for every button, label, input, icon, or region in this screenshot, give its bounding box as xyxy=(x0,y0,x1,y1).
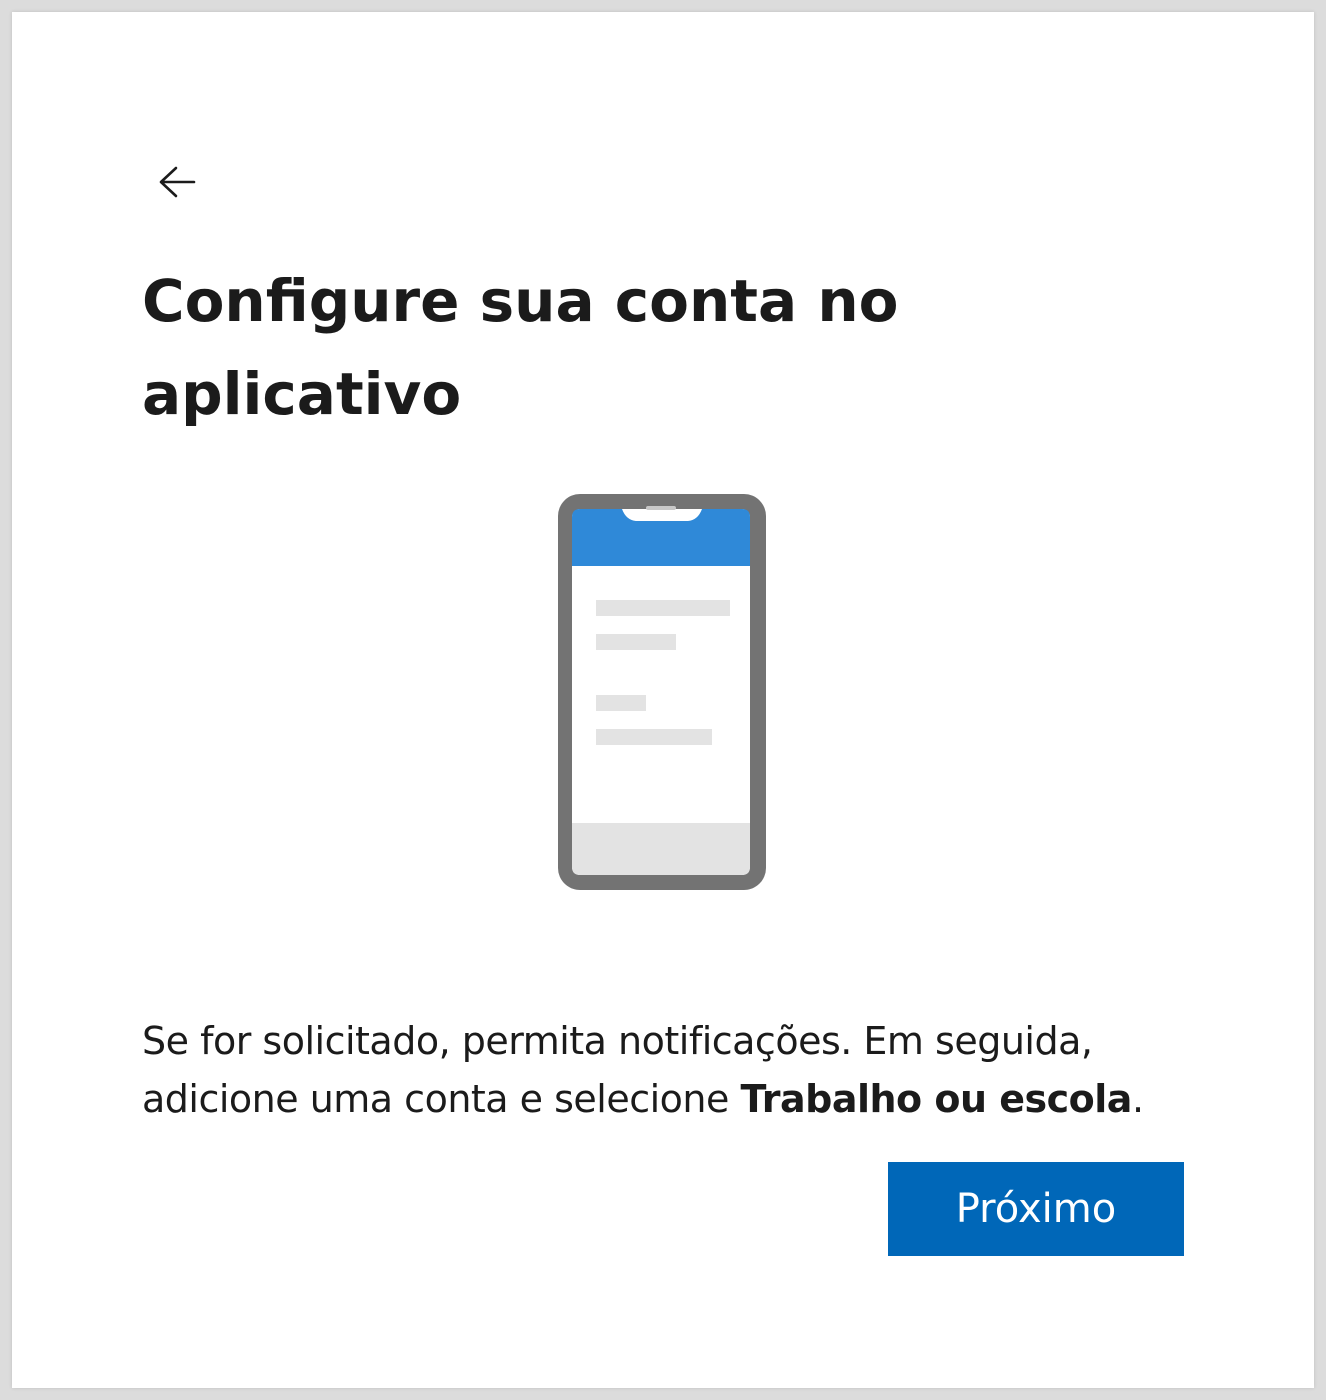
page-title: Configure sua conta no aplicativo xyxy=(142,267,899,428)
placeholder-line xyxy=(596,729,712,745)
back-button[interactable] xyxy=(152,157,202,207)
placeholder-line xyxy=(596,695,646,711)
placeholder-line xyxy=(596,600,730,616)
arrow-left-icon xyxy=(159,166,196,198)
smartphone-app-icon xyxy=(558,494,766,890)
setup-card: Configure sua conta no aplicativo Se for… xyxy=(12,12,1314,1388)
instructions-text-end: . xyxy=(1131,1077,1144,1121)
placeholder-line xyxy=(596,634,676,650)
instructions-text: Se for solicitado, permita notificações.… xyxy=(142,1012,1202,1128)
speaker-slot xyxy=(646,506,676,510)
instructions-bold-option: Trabalho ou escola xyxy=(740,1077,1132,1121)
screen-footer xyxy=(572,823,750,875)
next-button[interactable]: Próximo xyxy=(888,1162,1184,1256)
